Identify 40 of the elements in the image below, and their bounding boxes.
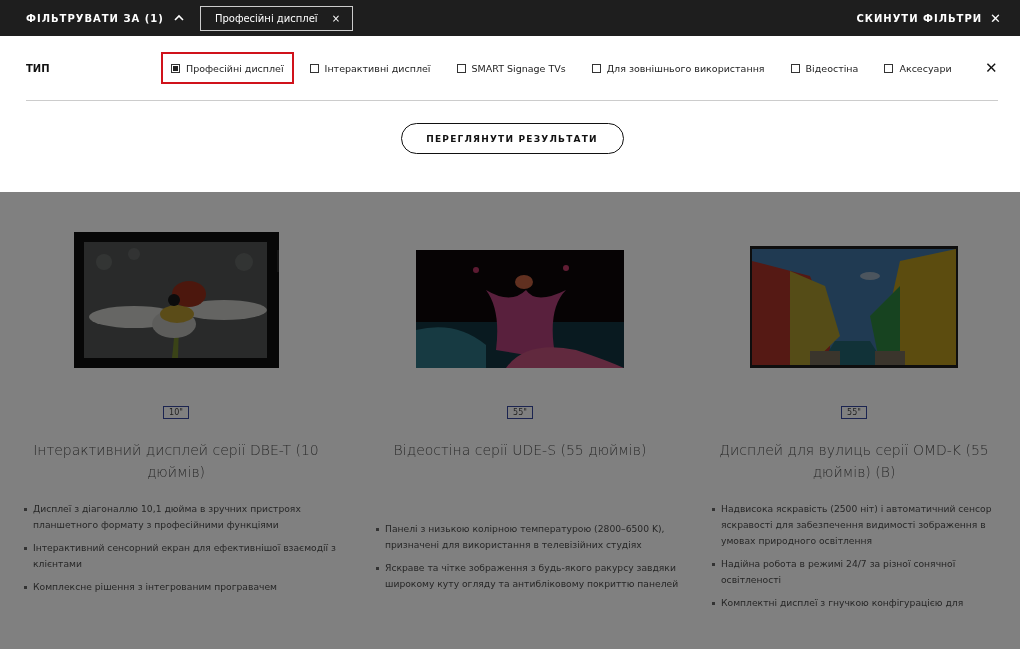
feature-text: Інтерактивний сенсорний екран для ефективнішої взаємодії з клієнтами bbox=[33, 541, 337, 571]
bullet-icon bbox=[712, 563, 715, 566]
feature-text: Комплектні дисплеї з гнучкою конфігурацією для bbox=[721, 596, 964, 610]
bullet-icon bbox=[24, 508, 27, 511]
product-title[interactable]: Дисплей для вулиць серії OMD-K (55 дюймів) (B) bbox=[689, 439, 1019, 483]
feature-text: Панелі з низькою колірною температурою (2800–6500 K), призначені для використання в телевізійних студіях bbox=[385, 522, 666, 552]
checkbox[interactable] bbox=[309, 63, 319, 73]
bullet-icon bbox=[376, 567, 379, 570]
reset-filters-button[interactable]: СКИНУТИ ФІЛЬТРИ ✕ bbox=[850, 9, 1008, 27]
bullet-icon bbox=[712, 508, 715, 511]
screen-size-tag: 55" bbox=[841, 406, 867, 419]
remove-chip-button[interactable]: × bbox=[331, 12, 340, 24]
filter-option[interactable]: Відеостіна bbox=[780, 52, 869, 84]
filter-group-label: ТИП bbox=[26, 62, 51, 74]
filter-option[interactable]: Професійні дисплеї bbox=[161, 52, 294, 84]
bullet-icon bbox=[24, 547, 27, 550]
product-title[interactable]: Відеостіна серії UDE-S (55 дюймів) bbox=[355, 439, 685, 483]
screen-size-tag: 55" bbox=[507, 406, 533, 419]
checkbox[interactable] bbox=[171, 63, 180, 73]
checkbox[interactable] bbox=[884, 63, 894, 73]
checkbox[interactable] bbox=[591, 63, 601, 73]
bullet-icon bbox=[24, 586, 27, 589]
feature-text: Яскраве та чітке зображення з будь-якого ракурсу завдяки широкому куту огляду та антибліковому покриттю панелей bbox=[385, 561, 680, 591]
screen-size-tag: 10" bbox=[163, 406, 189, 419]
feature-text: Надійна робота в режимі 24/7 за різної сонячної освітленості bbox=[721, 557, 957, 587]
checkbox[interactable] bbox=[790, 63, 800, 73]
product-title[interactable]: Інтерактивний дисплей серії DBE-T (10 дюймів) bbox=[11, 439, 341, 483]
filter-option[interactable]: Інтерактивні дисплеї bbox=[299, 52, 441, 84]
filter-option[interactable]: Для зовнішнього використання bbox=[581, 52, 775, 84]
filter-option[interactable]: SMART Signage TVs bbox=[446, 52, 576, 84]
checkbox[interactable] bbox=[456, 63, 466, 73]
feature-text: Дисплеї з діагоналлю 10,1 дюйма в зручних пристроях планшетного формату з професійними функціями bbox=[33, 502, 302, 532]
view-results-button[interactable]: ПЕРЕГЛЯНУТИ РЕЗУЛЬТАТИ bbox=[400, 123, 624, 154]
close-button[interactable]: ✕ bbox=[981, 59, 998, 77]
filter-chip[interactable]: Професійні дисплеї × bbox=[199, 5, 353, 31]
filter-option[interactable]: Аксесуари bbox=[874, 52, 962, 84]
bullet-icon bbox=[712, 602, 715, 605]
feature-text: Комплексне рішення з інтегрованим програвачем bbox=[33, 580, 278, 594]
bullet-icon bbox=[376, 528, 379, 531]
filter-toggle[interactable]: ФІЛЬТРУВАТИ ЗА (1) bbox=[26, 12, 184, 24]
